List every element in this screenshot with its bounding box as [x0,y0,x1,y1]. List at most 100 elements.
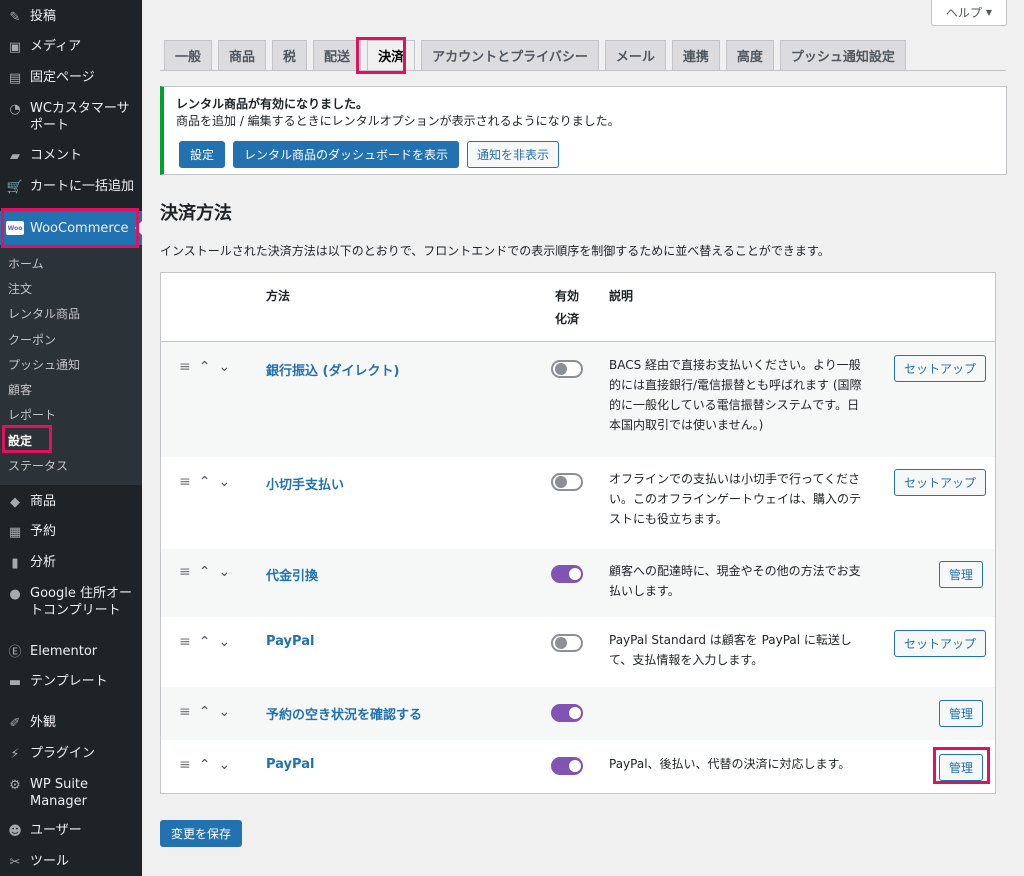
rental-dashboard-button[interactable]: レンタル商品のダッシュボードを表示 [233,141,460,168]
media-icon: ▣ [8,39,22,55]
notice-actions: 設定 レンタル商品のダッシュボードを表示 通知を非表示 [179,141,560,168]
submenu-rental-products[interactable]: レンタル商品 [8,307,80,322]
sort-controls: ≡ ⌃ ⌄ [179,359,230,375]
menu-templates[interactable]: ▬ テンプレート [0,673,142,691]
tab-tax[interactable]: 税 [272,40,308,70]
gateway-name-link[interactable]: 代金引換 [266,565,318,584]
table-row: ≡ ⌃ ⌄ 銀行振込 (ダイレクト) BACS 経由で直接お支払いください。より… [161,342,995,457]
submenu-status[interactable]: ステータス [8,459,68,474]
tab-emails[interactable]: メール [604,40,666,70]
gateway-manage-button[interactable]: 管理 [939,561,984,588]
submenu-customers[interactable]: 顧客 [8,383,32,398]
submenu-reports[interactable]: レポート [8,408,56,423]
save-changes-button[interactable]: 変更を保存 [160,820,243,847]
page-icon: ▤ [8,70,22,86]
menu-plugins[interactable]: ⚡ プラグイン [0,745,142,763]
move-down-icon[interactable]: ⌄ [218,757,230,773]
menu-products[interactable]: ◆ 商品 [0,493,142,511]
column-header-description: 説明 [609,289,634,303]
headset-icon: ◔ [9,101,21,117]
table-row: ≡ ⌃ ⌄ 小切手支払い オフラインでの支払いは小切手で行ってください。このオフ… [161,457,995,549]
pin-icon: ✎ [9,9,21,25]
gateway-enabled-toggle[interactable] [551,565,583,583]
gateway-enabled-toggle[interactable] [551,473,583,491]
user-icon: ☻ [8,823,22,839]
menu-appearance[interactable]: ✐ 外観 [0,714,142,732]
menu-analytics[interactable]: ▮ 分析 [0,554,142,572]
move-up-icon[interactable]: ⌃ [199,474,211,490]
notice-body: 商品を追加 / 編集するときにレンタルオプションが表示されるようになりました。 [176,114,620,128]
gateway-enabled-toggle[interactable] [551,634,583,652]
gateway-setup-button[interactable]: セットアップ [894,630,987,657]
submenu-coupons[interactable]: クーポン [8,333,56,348]
woocommerce-submenu: ホーム 注文 レンタル商品 クーポン プッシュ通知 顧客 レポート 設定 ステー… [0,245,142,485]
submenu-settings[interactable]: 設定 [8,434,32,449]
gateway-name-link[interactable]: 銀行振込 (ダイレクト) [266,360,399,379]
move-down-icon[interactable]: ⌄ [218,564,230,580]
drag-handle-icon[interactable]: ≡ [179,359,191,375]
menu-wc-support[interactable]: ◔ WCカスタマーサ ポート [0,100,142,134]
menu-media[interactable]: ▣ メディア [0,38,142,56]
drag-handle-icon[interactable]: ≡ [179,704,191,720]
comment-icon: ▰ [10,148,20,164]
move-up-icon[interactable]: ⌃ [199,634,211,650]
tab-advanced[interactable]: 高度 [725,40,774,70]
gateway-name-link[interactable]: PayPal [266,757,314,772]
submenu-orders[interactable]: 注文 [8,282,32,297]
gateway-manage-button[interactable]: 管理 [939,700,984,727]
drag-handle-icon[interactable]: ≡ [179,757,191,773]
sort-controls: ≡ ⌃ ⌄ [179,704,230,720]
gateway-setup-button[interactable]: セットアップ [894,355,987,382]
gateway-manage-button[interactable]: 管理 [939,754,984,781]
move-up-icon[interactable]: ⌃ [199,359,211,375]
move-down-icon[interactable]: ⌄ [218,359,230,375]
menu-elementor[interactable]: Ⓔ Elementor [0,643,142,661]
gateway-description: オフラインでの支払いは小切手で行ってください。このオフラインゲートウェイは、購入… [609,472,862,526]
submenu-home[interactable]: ホーム [8,257,44,272]
menu-pages[interactable]: ▤ 固定ページ [0,69,142,87]
notice-title: レンタル商品が有効になりました。 [176,97,369,111]
notice-settings-button[interactable]: 設定 [179,141,226,168]
tab-shipping[interactable]: 配送 [313,40,362,70]
gateway-enabled-toggle[interactable] [551,704,583,722]
menu-woocommerce[interactable]: Woo WooCommerce [0,211,142,245]
move-down-icon[interactable]: ⌄ [218,704,230,720]
table-row: ≡ ⌃ ⌄ PayPal PayPal、後払い、代替の決済に対応します。 管理 [161,740,995,793]
drag-handle-icon[interactable]: ≡ [179,634,191,650]
tab-accounts-privacy[interactable]: アカウントとプライバシー [421,40,599,70]
sort-controls: ≡ ⌃ ⌄ [179,474,230,490]
tab-products[interactable]: 商品 [218,40,267,70]
menu-wp-suite-manager[interactable]: ⚙ WP Suite Manager [0,776,142,810]
menu-booking[interactable]: ▦ 予約 [0,523,142,541]
move-up-icon[interactable]: ⌃ [199,564,211,580]
gateway-enabled-toggle[interactable] [551,757,583,775]
gateway-name-link[interactable]: 予約の空き状況を確認する [266,704,422,723]
menu-google-autocomplete[interactable]: ● Google 住所オー トコンプリート [0,585,142,619]
tab-general[interactable]: 一般 [164,40,213,70]
menu-comments[interactable]: ▰ コメント [0,147,142,165]
tab-push-settings[interactable]: プッシュ通知設定 [779,40,906,70]
help-button[interactable]: ヘルプ ▼ [931,0,1007,26]
sort-controls: ≡ ⌃ ⌄ [179,757,230,773]
move-up-icon[interactable]: ⌃ [199,704,211,720]
submenu-push-notifications[interactable]: プッシュ通知 [8,358,80,373]
drag-handle-icon[interactable]: ≡ [179,474,191,490]
menu-users[interactable]: ☻ ユーザー [0,822,142,840]
move-down-icon[interactable]: ⌄ [218,634,230,650]
gateway-setup-button[interactable]: セットアップ [894,469,987,496]
menu-bulk-cart[interactable]: 🛒 カートに一括追加 [0,178,142,196]
gateway-name-link[interactable]: 小切手支払い [266,474,344,493]
gateway-enabled-toggle[interactable] [551,360,583,378]
menu-posts[interactable]: ✎ 投稿 [0,8,142,26]
dismiss-notice-button[interactable]: 通知を非表示 [467,141,560,168]
drag-handle-icon[interactable]: ≡ [179,564,191,580]
cart-icon: 🛒 [6,179,24,195]
gateway-name-link[interactable]: PayPal [266,634,314,649]
tab-integration[interactable]: 連携 [671,40,720,70]
move-down-icon[interactable]: ⌄ [218,474,230,490]
sort-controls: ≡ ⌃ ⌄ [179,634,230,650]
tab-payments[interactable]: 決済 [367,40,416,70]
rental-notice: レンタル商品が有効になりました。 商品を追加 / 編集するときにレンタルオプショ… [160,86,1007,175]
menu-tools[interactable]: ✂ ツール [0,853,142,871]
move-up-icon[interactable]: ⌃ [199,757,211,773]
